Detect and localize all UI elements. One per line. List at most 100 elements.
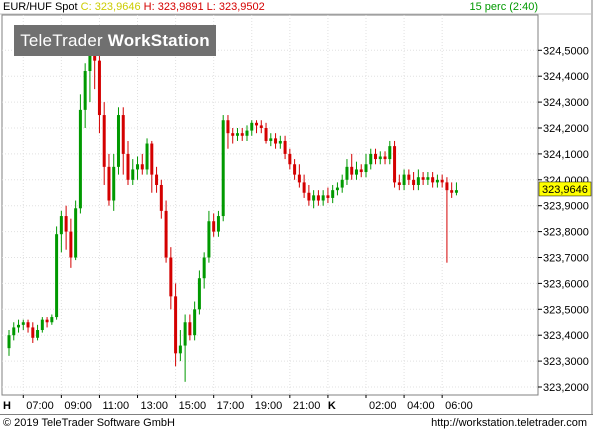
candle-body xyxy=(345,166,349,180)
x-tick-label: 17:00 xyxy=(217,400,245,412)
candle-body xyxy=(350,166,354,175)
y-tick-label: 323,4000 xyxy=(543,330,589,342)
interval-label[interactable]: 15 perc (2:40) xyxy=(470,1,538,13)
y-tick-label: 323,5000 xyxy=(543,304,589,316)
candle-body xyxy=(259,125,263,128)
candle-body xyxy=(36,330,40,338)
candle-body xyxy=(212,221,216,232)
y-tick-label: 324,5000 xyxy=(543,45,589,57)
candle-body xyxy=(407,174,411,180)
x-tick-label: 21:00 xyxy=(293,400,321,412)
y-tick-label: 324,2000 xyxy=(543,123,589,135)
x-tick-label: 15:00 xyxy=(179,400,207,412)
candle-body xyxy=(178,345,182,354)
candle-body xyxy=(416,177,420,185)
candle-body xyxy=(440,179,444,183)
candle-body xyxy=(169,257,173,297)
candle-body xyxy=(445,182,449,191)
candle-body xyxy=(374,153,378,160)
close-label: C: 323,9646 xyxy=(80,1,141,13)
plot-area xyxy=(1,14,539,396)
x-tick-label: 07:00 xyxy=(26,400,54,412)
candle-body xyxy=(207,221,211,258)
candle-body xyxy=(74,208,78,258)
candle-body xyxy=(302,182,306,193)
candle-body xyxy=(307,192,311,201)
candle-body xyxy=(297,174,301,183)
candle-body xyxy=(255,122,259,126)
candle-body xyxy=(45,319,49,323)
candle-body xyxy=(131,169,135,180)
y-tick-label: 323,7000 xyxy=(543,253,589,265)
footer-bar: © 2019 TeleTrader Software GmbH http://w… xyxy=(0,414,593,432)
candle-body xyxy=(326,195,330,198)
current-price-label: 323,9646 xyxy=(542,184,588,196)
candle-body xyxy=(97,60,101,116)
x-tick-label: K xyxy=(328,400,336,412)
candle-body xyxy=(136,164,140,170)
candle-body xyxy=(383,156,387,160)
symbol-label: EUR/HUF Spot xyxy=(3,1,78,13)
candle-body xyxy=(112,166,116,201)
candle-body xyxy=(183,322,187,346)
x-tick-label: 04:00 xyxy=(407,400,435,412)
website-link[interactable]: http://workstation.teletrader.com xyxy=(431,417,587,429)
candle-body xyxy=(364,164,368,173)
candle-body xyxy=(59,216,63,235)
candle-body xyxy=(150,143,154,175)
candle-body xyxy=(426,177,430,180)
candle-body xyxy=(397,182,401,185)
candle-body xyxy=(193,309,197,336)
candle-body xyxy=(359,169,363,173)
chart-header: EUR/HUF Spot C: 323,9646 H: 323,9891 L: … xyxy=(3,1,265,13)
candle-body xyxy=(7,335,11,349)
candle-body xyxy=(145,143,149,170)
candle-body xyxy=(55,234,59,318)
y-tick-label: 324,1000 xyxy=(543,149,589,161)
x-tick-label: 02:00 xyxy=(369,400,397,412)
candle-body xyxy=(293,164,297,175)
candle-body xyxy=(126,153,130,180)
candle-body xyxy=(64,216,68,232)
candle-body xyxy=(431,177,435,183)
y-tick-label: 323,9000 xyxy=(543,201,589,213)
y-tick-label: 323,2000 xyxy=(543,382,589,394)
x-tick-label: 13:00 xyxy=(141,400,169,412)
candle-body xyxy=(197,278,201,310)
candle-body xyxy=(250,122,254,131)
candle-body xyxy=(69,231,73,258)
candle-body xyxy=(188,322,192,336)
candle-body xyxy=(435,179,439,183)
candle-body xyxy=(316,195,320,201)
x-tick-label: 11:00 xyxy=(102,400,129,412)
chart-window: 324,5000 324,4000 324,3000 324,2000 324,1000… xyxy=(0,0,593,432)
candle-body xyxy=(174,296,178,354)
candle-body xyxy=(21,322,25,325)
candle-body xyxy=(278,140,282,144)
candle-body xyxy=(140,164,144,170)
candle-body xyxy=(264,128,268,141)
high-low-label: H: 323,9891 L: 323,9502 xyxy=(143,1,265,13)
candle-body xyxy=(12,327,16,336)
y-tick-label: 323,8000 xyxy=(543,227,589,239)
candle-body xyxy=(164,210,168,258)
price-chart[interactable]: 324,5000 324,4000 324,3000 324,2000 324,1000… xyxy=(0,0,593,431)
y-tick-label: 323,6000 xyxy=(543,278,589,290)
candle-body xyxy=(321,195,325,201)
candle-body xyxy=(107,166,111,201)
candle-body xyxy=(231,133,235,136)
candle-body xyxy=(402,174,406,185)
candle-body xyxy=(202,257,206,279)
logo-product: WorkStation xyxy=(107,31,210,50)
candle-body xyxy=(121,115,125,154)
y-tick-label: 324,3000 xyxy=(543,97,589,109)
candle-body xyxy=(312,195,316,201)
candle-body xyxy=(26,322,30,328)
candle-body xyxy=(155,174,159,185)
y-tick-label: 324,4000 xyxy=(543,71,589,83)
candle-body xyxy=(331,190,335,198)
x-tick-label: 06:00 xyxy=(445,400,473,412)
candle-body xyxy=(50,317,54,323)
candle-body xyxy=(245,130,249,136)
candle-body xyxy=(17,324,21,328)
